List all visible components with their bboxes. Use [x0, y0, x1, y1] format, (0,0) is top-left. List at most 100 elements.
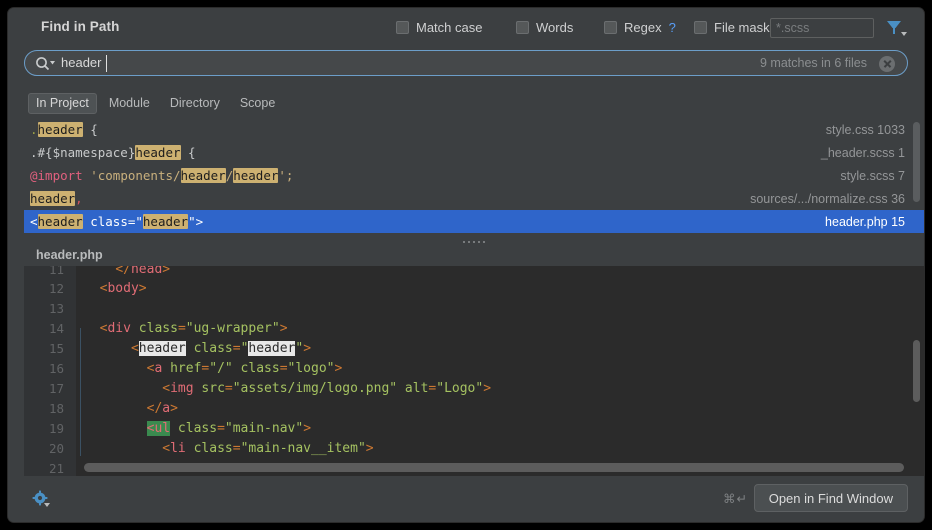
option-words[interactable]: Words	[516, 20, 573, 35]
preview-file-name: header.php	[36, 248, 103, 262]
splitter-grip-dots	[463, 241, 485, 243]
code-token: >	[365, 441, 374, 456]
line-number: 21	[48, 461, 64, 476]
match-case-checkbox[interactable]	[396, 21, 409, 34]
option-file-mask[interactable]: File mask:	[694, 20, 773, 35]
result-file-label: style.css 1033	[825, 122, 905, 137]
match-case-label: Match case	[416, 20, 483, 35]
code-token: class	[185, 441, 233, 456]
code-token: alt	[397, 381, 429, 396]
open-in-find-window-button[interactable]: Open in Find Window	[753, 484, 908, 512]
line-number: 13	[48, 301, 64, 316]
code-line: 14 <div class="ug-wrapper">	[24, 319, 924, 339]
result-row[interactable]: .header { style.css 1033	[24, 118, 924, 141]
code-preview[interactable]: 11 </head> 12 <body> 13 14 <div class="ug-w…	[24, 266, 924, 476]
line-number: 15	[48, 341, 64, 356]
clear-x-icon[interactable]	[879, 56, 895, 72]
code-token: href	[162, 361, 202, 376]
result-row[interactable]: <header class="header"> header.php 15	[24, 210, 924, 233]
code-text: <li class="main-nav__item">	[84, 439, 374, 459]
code-token: =	[217, 421, 225, 436]
result-text-fragment: ">	[188, 214, 204, 229]
code-text: <a href="/" class="logo">	[84, 359, 343, 379]
code-token: "/"	[209, 361, 233, 376]
code-token: >	[303, 341, 312, 356]
search-field[interactable]: header 9 matches in 6 files	[24, 50, 908, 76]
result-text-fragment: {	[180, 145, 196, 160]
code-line: 20 <li class="main-nav__item">	[24, 439, 924, 459]
file-mask-checkbox[interactable]	[694, 21, 707, 34]
regex-help-link[interactable]: ?	[669, 20, 676, 35]
code-token: </	[115, 266, 131, 277]
scope-tabs: In Project Module Directory Scope	[28, 93, 283, 114]
words-checkbox[interactable]	[516, 21, 529, 34]
code-token: "main-nav__item"	[240, 441, 366, 456]
editor-vertical-scrollbar[interactable]	[913, 340, 920, 402]
filter-funnel-icon[interactable]	[886, 20, 908, 38]
tab-scope[interactable]: Scope	[232, 93, 283, 114]
result-text: @import 'components/header/header';	[30, 168, 293, 183]
line-number: 17	[48, 381, 64, 396]
search-icon[interactable]	[35, 56, 55, 72]
code-token: "ug-wrapper"	[185, 321, 280, 336]
search-input[interactable]: header	[61, 55, 101, 70]
code-token: class	[185, 341, 233, 356]
code-line: 11 </head>	[24, 266, 924, 279]
result-text: .header {	[30, 122, 98, 137]
result-text: <header class="header">	[30, 214, 203, 229]
match-count-label: 9 matches in 6 files	[760, 56, 867, 70]
result-row[interactable]: @import 'components/header/header'; style…	[24, 164, 924, 187]
code-lines: 11 </head> 12 <body> 13 14 <div class="ug-w…	[24, 266, 924, 476]
result-text-fragment: header	[180, 168, 226, 183]
tab-in-project[interactable]: In Project	[28, 93, 97, 114]
result-row[interactable]: header, sources/.../normalize.css 36	[24, 187, 924, 210]
words-label: Words	[536, 20, 574, 35]
code-line: 19 <ul class="main-nav">	[24, 419, 924, 439]
results-scrollbar[interactable]	[913, 122, 920, 202]
result-text-fragment: header	[37, 122, 83, 137]
search-results-list[interactable]: .header { style.css 1033 .#{$namespace}hea…	[24, 118, 924, 233]
tab-module[interactable]: Module	[101, 93, 158, 114]
result-text-fragment: {	[82, 122, 98, 137]
result-text-fragment: header	[30, 191, 76, 206]
file-mask-input[interactable]: *.scss	[770, 18, 874, 38]
code-token: >	[303, 421, 312, 436]
code-line: 13	[24, 299, 924, 319]
code-line: 12 <body>	[24, 279, 924, 299]
result-text-fragment: <	[30, 214, 38, 229]
result-text-fragment: header	[142, 214, 189, 229]
code-token: <ul	[146, 421, 171, 436]
result-text: .#{$namespace}header {	[30, 145, 196, 160]
code-token: <	[162, 441, 171, 456]
code-token: head	[130, 266, 163, 277]
regex-checkbox[interactable]	[604, 21, 617, 34]
code-token: body	[107, 281, 139, 296]
option-regex[interactable]: Regex?	[604, 20, 676, 35]
result-text: header,	[30, 191, 83, 206]
result-row[interactable]: .#{$namespace}header {_header.scss 1	[24, 141, 924, 164]
line-number: 11	[48, 266, 64, 277]
editor-horizontal-scrollbar[interactable]	[84, 463, 904, 472]
code-token: src	[193, 381, 225, 396]
line-number: 12	[48, 281, 64, 296]
tab-directory[interactable]: Directory	[162, 93, 228, 114]
code-token: class	[232, 361, 280, 376]
code-token: >	[138, 281, 147, 296]
result-file-label: sources/.../normalize.css 36	[750, 191, 905, 206]
code-token: =	[232, 341, 241, 356]
code-token: >	[483, 381, 492, 396]
text-caret	[106, 55, 107, 72]
code-token: =	[224, 381, 233, 396]
code-token: >	[162, 266, 171, 277]
settings-gear-icon[interactable]	[32, 490, 52, 508]
shortcut-hint: ⌘↵	[723, 492, 748, 506]
dialog-footer: ⌘↵ Open in Find Window	[8, 476, 924, 522]
code-token: header	[138, 341, 186, 356]
option-match-case[interactable]: Match case	[396, 20, 482, 35]
